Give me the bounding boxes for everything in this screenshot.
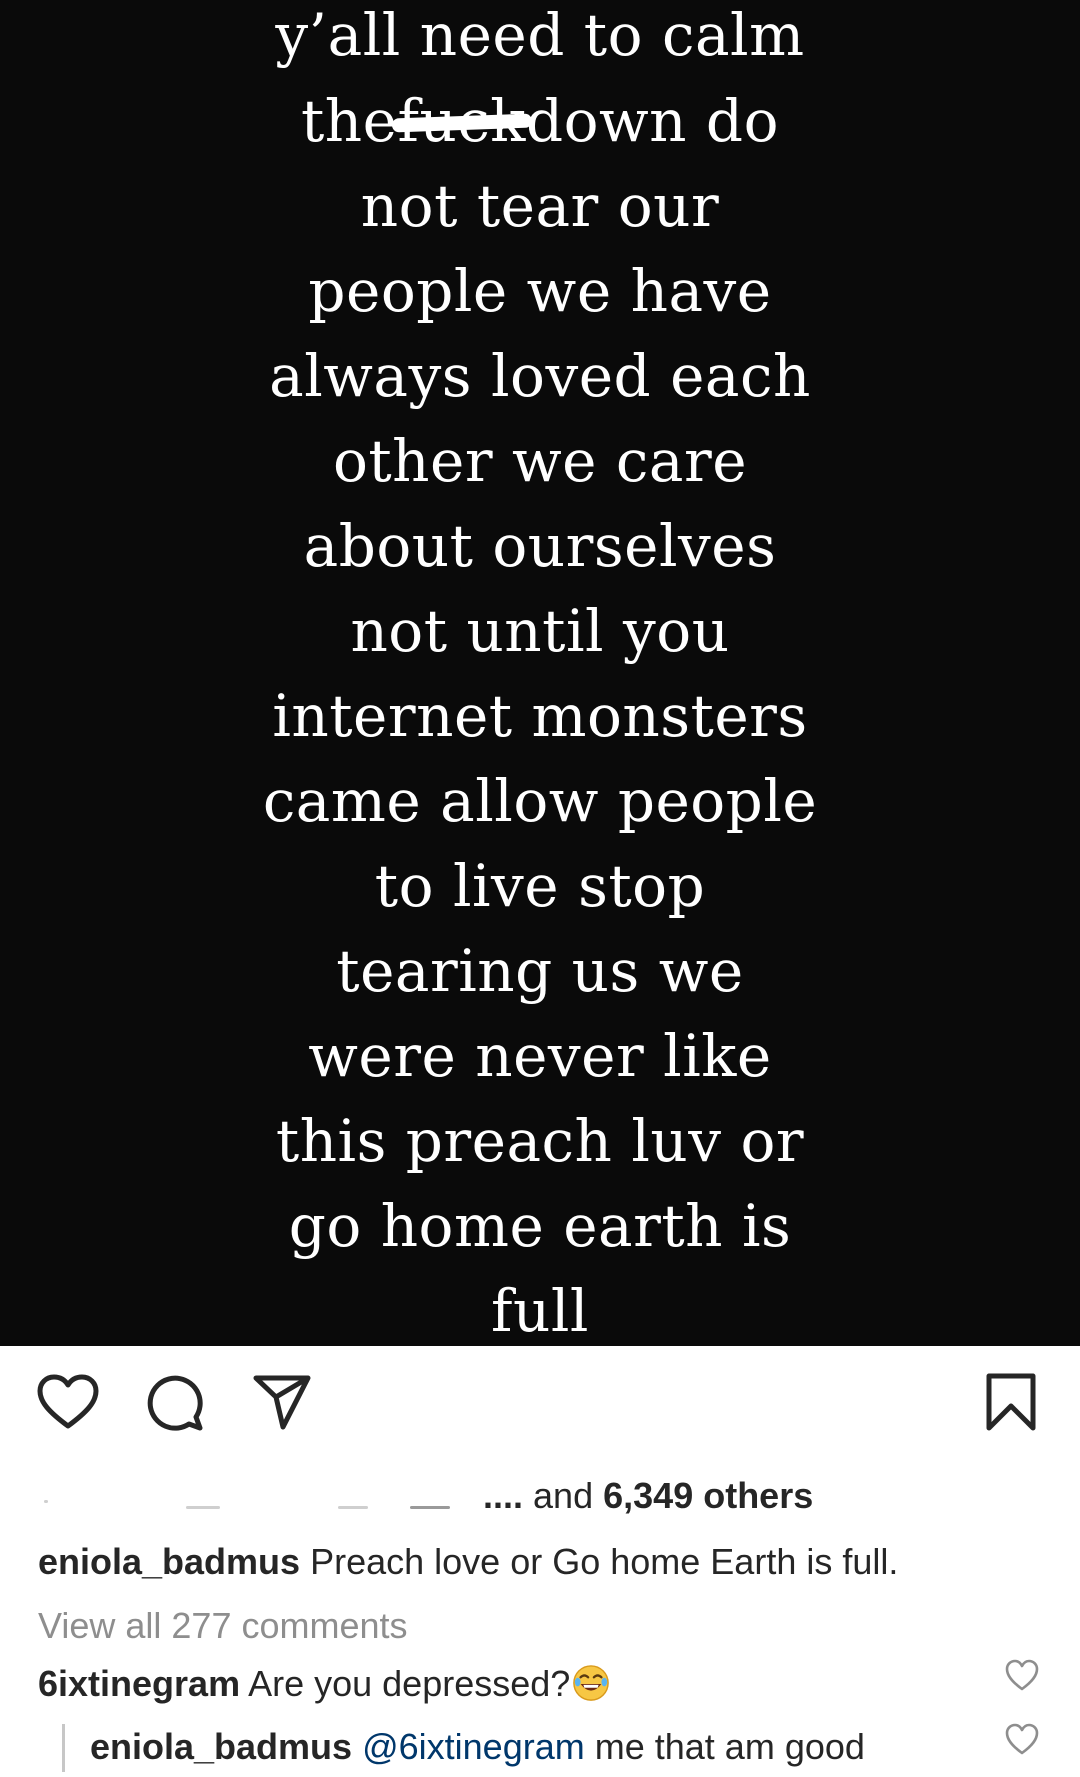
post-line-prefix: the [301,87,398,155]
post-line: not until you [350,597,730,665]
reply-mention[interactable]: @6ixtinegram [362,1726,585,1767]
reply-thread-line [62,1724,65,1772]
post-line: about ourselves [303,512,777,580]
bookmark-icon [986,1373,1036,1431]
post-line: other we care [332,427,748,495]
caption-text: Preach love or Go home Earth is full. [310,1541,899,1582]
reply-like-heart-icon[interactable] [1004,1722,1040,1758]
liked-by-usernames-blurred [38,1483,483,1513]
post-caption: eniola_badmus Preach love or Go home Ear… [38,1532,1048,1592]
likes-ellipsis: .... [483,1475,524,1516]
post-line: internet monsters [272,682,808,750]
likes-and-text: and [533,1475,594,1516]
heart-icon [37,1374,99,1429]
post-line: tearing us we [336,937,744,1005]
post-line: go home earth is [288,1192,792,1260]
save-button[interactable] [977,1368,1045,1436]
comment-like-heart-icon[interactable] [1004,1658,1040,1694]
post-image[interactable]: y’all need to calm thefuckdown do not te… [0,0,1080,1346]
reply-text: me that am good [594,1726,865,1767]
like-button[interactable] [34,1368,102,1436]
reply-item: eniola_badmus @6ixtinegram me that am go… [90,1717,865,1777]
post-line: people we have [308,257,772,325]
censored-word: fuck [391,78,533,164]
reply-username[interactable]: eniola_badmus [90,1726,352,1767]
post-line-suffix: down do [525,87,779,155]
post-line: were never like [308,1022,772,1090]
comment-button[interactable] [140,1368,208,1436]
post-line: came allow people [262,767,818,835]
share-button[interactable] [248,1368,316,1436]
likes-summary[interactable]: .... and 6,349 others [38,1468,1038,1524]
post-line: this preach luv or [275,1107,805,1175]
post-line: to live stop [374,852,706,920]
post-line: thefuckdown do [0,78,1080,164]
laughing-emoji-icon [573,1665,610,1701]
comment-text: Are you depressed? [248,1663,571,1704]
post-line: y’all need to calm [275,1,805,69]
comment-icon [147,1375,203,1431]
comment-item: 6ixtinegram Are you depressed? [38,1654,610,1714]
comment-username[interactable]: 6ixtinegram [38,1663,240,1704]
post-action-bar [0,1346,1080,1464]
likes-count[interactable]: 6,349 others [603,1475,813,1516]
post-line: always loved each [269,342,811,410]
caption-username[interactable]: eniola_badmus [38,1541,300,1582]
view-all-comments-link[interactable]: View all 277 comments [38,1596,408,1656]
post-line: full [491,1277,589,1345]
send-icon [253,1375,311,1430]
post-line: not tear our [360,172,720,240]
